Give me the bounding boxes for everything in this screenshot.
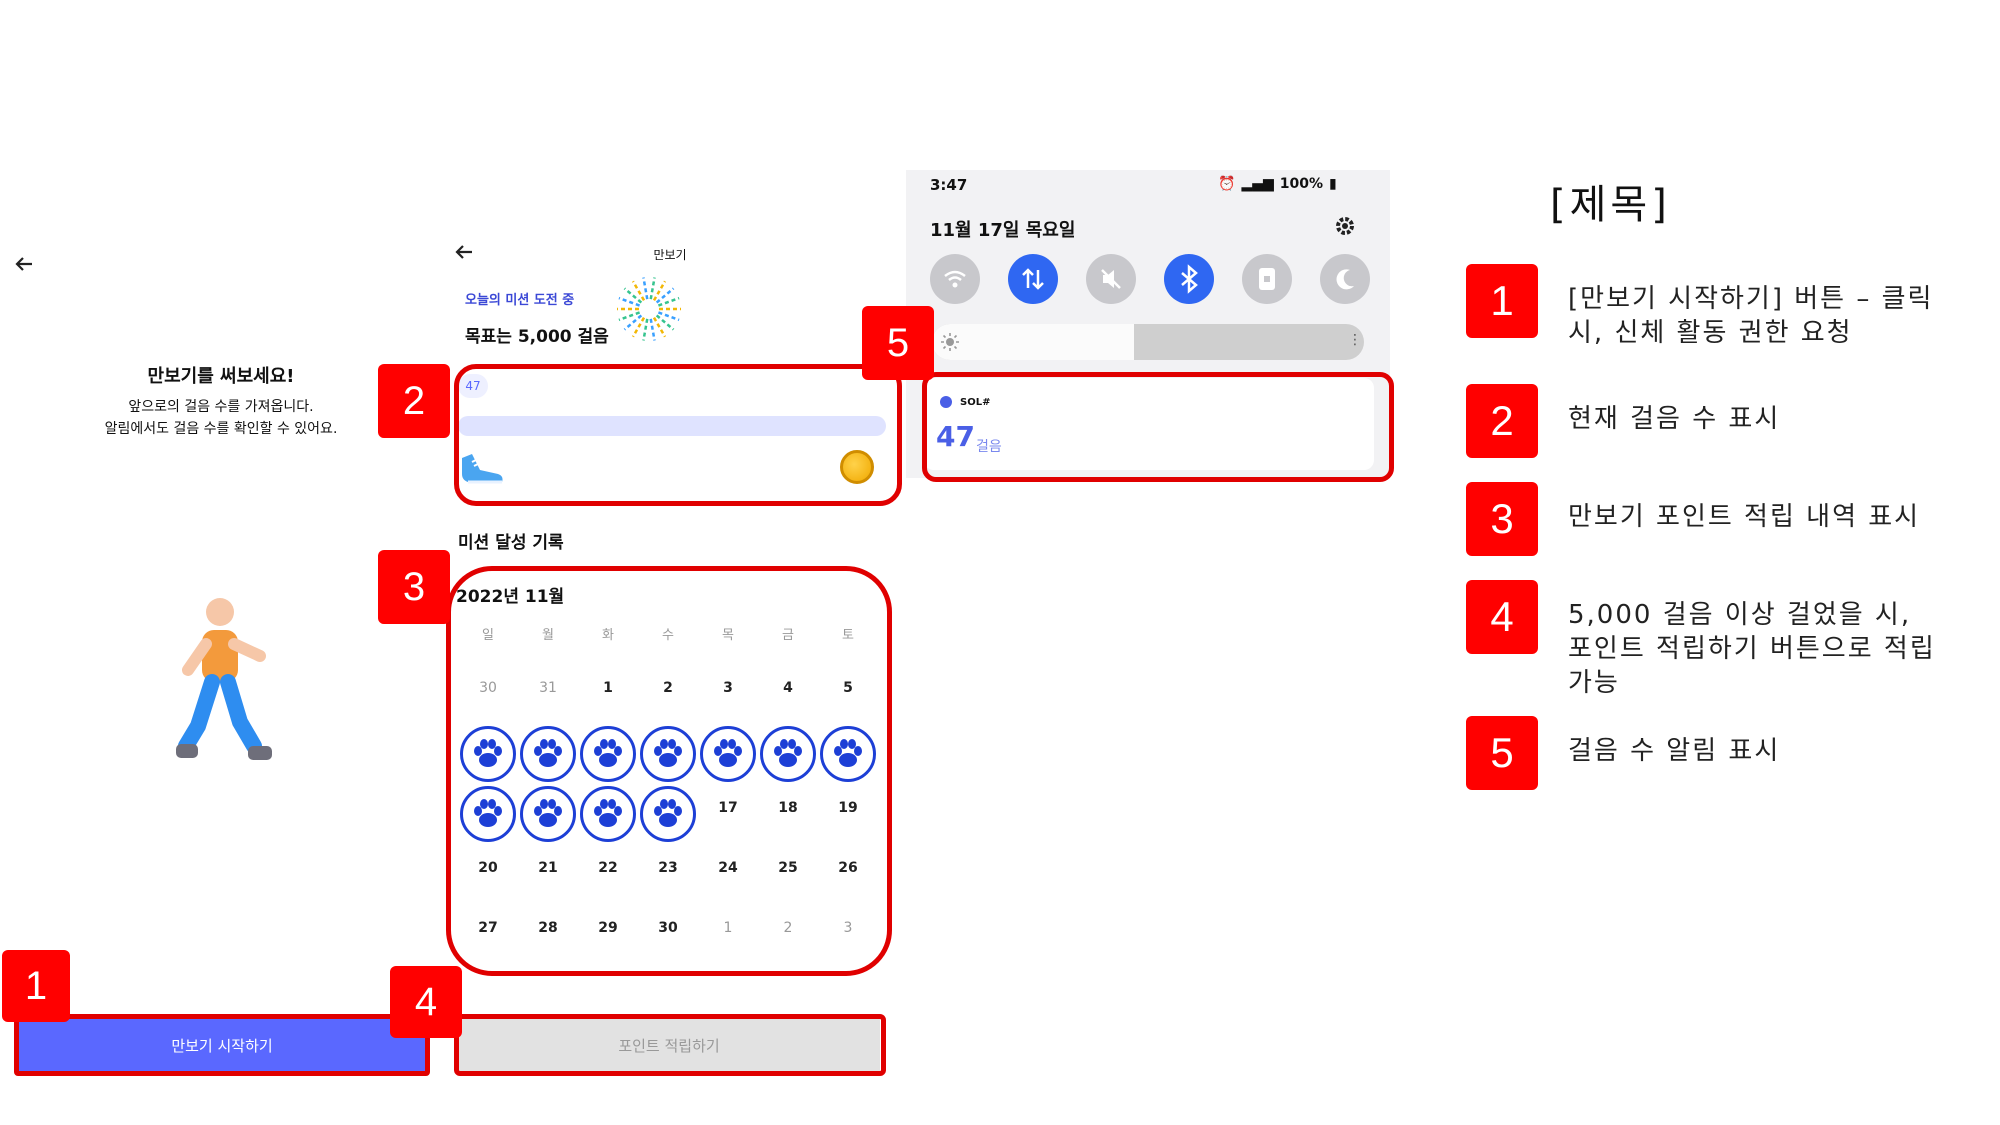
badge-4: 4 — [390, 966, 462, 1038]
fireworks-icon — [612, 272, 686, 346]
night-mode-toggle-icon[interactable] — [1320, 254, 1370, 304]
sun-icon — [941, 333, 959, 351]
legend-item-5: 걸음 수 알림 표시 — [1568, 736, 1781, 766]
battery-icon: ▮ — [1329, 176, 1337, 192]
legend-badge-1: 1 — [1466, 264, 1538, 338]
badge-2: 2 — [378, 364, 450, 438]
more-options-icon[interactable]: ⋮ — [1348, 332, 1362, 348]
legend-badge-3: 3 — [1466, 482, 1538, 556]
mission-label: 오늘의 미션 도전 중 — [465, 293, 575, 308]
rotation-lock-toggle-icon[interactable] — [1242, 254, 1292, 304]
highlight-frame-3 — [446, 566, 892, 976]
mission-history-title: 미션 달성 기록 — [458, 533, 564, 553]
intro-title: 만보기를 써보세요! — [147, 366, 295, 387]
walking-person-icon — [168, 596, 278, 766]
battery-percent: 100% — [1279, 176, 1324, 192]
alarm-icon: ⏰ — [1218, 176, 1236, 192]
gear-icon[interactable] — [1332, 213, 1358, 239]
legend-badge-4: 4 — [1466, 580, 1538, 654]
highlight-frame-4 — [454, 1014, 886, 1076]
badge-3: 3 — [378, 550, 450, 624]
highlight-frame-2 — [454, 364, 902, 506]
shade-date: 11월 17일 목요일 — [930, 220, 1076, 241]
badge-1: 1 — [2, 950, 70, 1022]
back-arrow-icon[interactable] — [12, 252, 36, 276]
goal-text: 목표는 5,000 걸음 — [465, 327, 609, 347]
legend-item-3: 만보기 포인트 적립 내역 표시 — [1568, 502, 1921, 532]
legend-badge-5: 5 — [1466, 716, 1538, 790]
intro-desc-line1: 앞으로의 걸음 수를 가져옵니다. — [128, 399, 314, 415]
page-title: 만보기 — [653, 248, 687, 262]
status-time: 3:47 — [930, 176, 968, 194]
legend-badge-2: 2 — [1466, 384, 1538, 458]
status-bar-icons: ⏰ ▂▄▆ 100% ▮ — [1218, 176, 1337, 192]
bluetooth-toggle-icon[interactable] — [1164, 254, 1214, 304]
legend-item-4: 5,000 걸음 이상 걸었을 시, 포인트 적립하기 버튼으로 적립 가능 — [1568, 600, 1936, 698]
highlight-frame-1 — [14, 1014, 430, 1076]
mute-toggle-icon[interactable] — [1086, 254, 1136, 304]
brightness-slider[interactable]: ⋮ — [932, 324, 1364, 360]
legend-item-2: 현재 걸음 수 표시 — [1568, 404, 1781, 434]
wifi-toggle-icon[interactable] — [930, 254, 980, 304]
intro-desc-line2: 알림에서도 걸음 수를 확인할 수 있어요. — [104, 421, 338, 437]
legend-item-1: [만보기 시작하기] 버튼 – 클릭 시, 신체 활동 권한 요청 — [1568, 284, 1934, 348]
badge-5: 5 — [862, 306, 934, 380]
signal-icon: ▂▄▆ — [1241, 176, 1274, 192]
legend-title: [제목] — [1550, 182, 1671, 228]
mobile-data-toggle-icon[interactable] — [1008, 254, 1058, 304]
highlight-frame-5 — [922, 372, 1394, 482]
back-arrow-icon[interactable] — [452, 240, 476, 264]
